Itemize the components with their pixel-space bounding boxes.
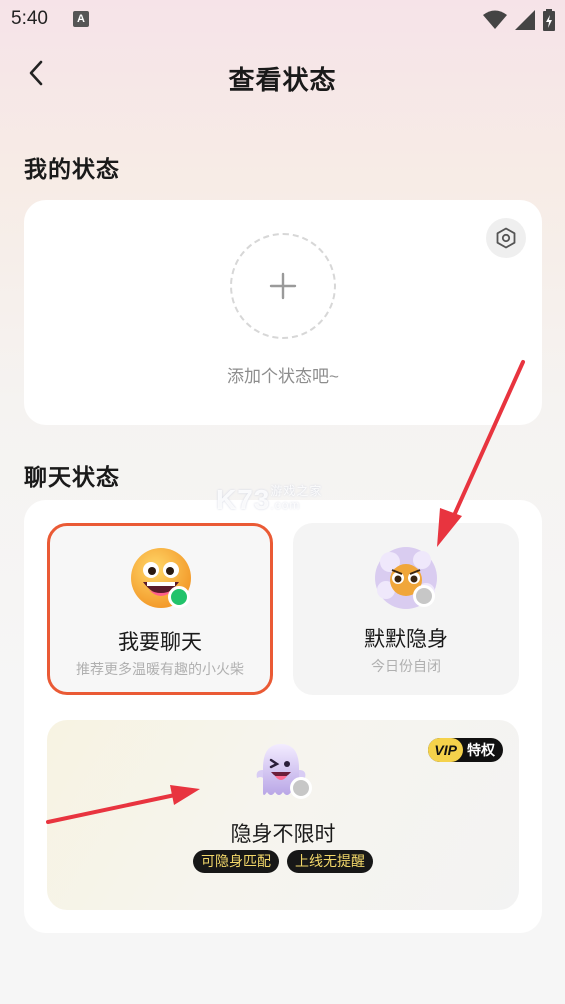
wifi-icon <box>483 10 507 29</box>
chat-status-title: 聊天状态 <box>24 464 120 490</box>
chat-status-panel: 我要聊天 推荐更多温暖有趣的小火柴 默默隐身 今日份自闭 VIP 特权 隐身不限… <box>24 500 542 933</box>
notification-a-icon: A <box>73 11 89 27</box>
ghost-status-dot <box>290 777 312 799</box>
hexagon-settings-icon <box>496 227 516 249</box>
offline-status-dot <box>413 585 435 607</box>
option-silent-title: 默默隐身 <box>364 628 448 651</box>
my-status-title: 我的状态 <box>24 156 120 182</box>
status-settings-button[interactable] <box>486 218 526 258</box>
vip-tags: 可隐身匹配 上线无提醒 <box>47 850 519 873</box>
vip-label: VIP <box>428 738 463 762</box>
option-chat-title: 我要聊天 <box>118 631 202 654</box>
option-invisible-title: 隐身不限时 <box>230 823 336 846</box>
battery-icon <box>543 9 555 31</box>
signal-icon <box>515 10 535 30</box>
option-silent-subtitle: 今日份自闭 <box>371 658 441 674</box>
status-icons <box>483 9 555 31</box>
status-bar: 5:40 A <box>0 0 565 38</box>
watermark-sub2: .com <box>270 498 301 512</box>
add-status-button[interactable] <box>230 233 336 339</box>
page-title: 查看状态 <box>228 65 337 95</box>
option-invisible[interactable]: VIP 特权 隐身不限时 可隐身匹配 上线无提醒 <box>47 720 519 910</box>
status-time: 5:40 <box>11 8 48 29</box>
tag-invisible-match: 可隐身匹配 <box>193 850 279 873</box>
watermark-text: K73 <box>216 484 271 515</box>
option-silent[interactable]: 默默隐身 今日份自闭 <box>293 523 519 695</box>
option-chat-subtitle: 推荐更多温暖有趣的小火柴 <box>76 661 244 677</box>
option-chat[interactable]: 我要聊天 推荐更多温暖有趣的小火柴 <box>47 523 273 695</box>
watermark-logo: K73游戏之家 .com <box>216 484 322 516</box>
vip-badge: VIP 特权 <box>428 738 503 762</box>
my-status-card: 添加个状态吧~ <box>24 200 542 425</box>
add-status-hint: 添加个状态吧~ <box>227 367 339 386</box>
watermark-sub1: 游戏之家 <box>270 484 323 498</box>
plus-icon <box>269 272 297 300</box>
vip-privilege-label: 特权 <box>467 742 495 758</box>
online-status-dot <box>168 586 190 608</box>
tag-no-online-notify: 上线无提醒 <box>287 850 373 873</box>
